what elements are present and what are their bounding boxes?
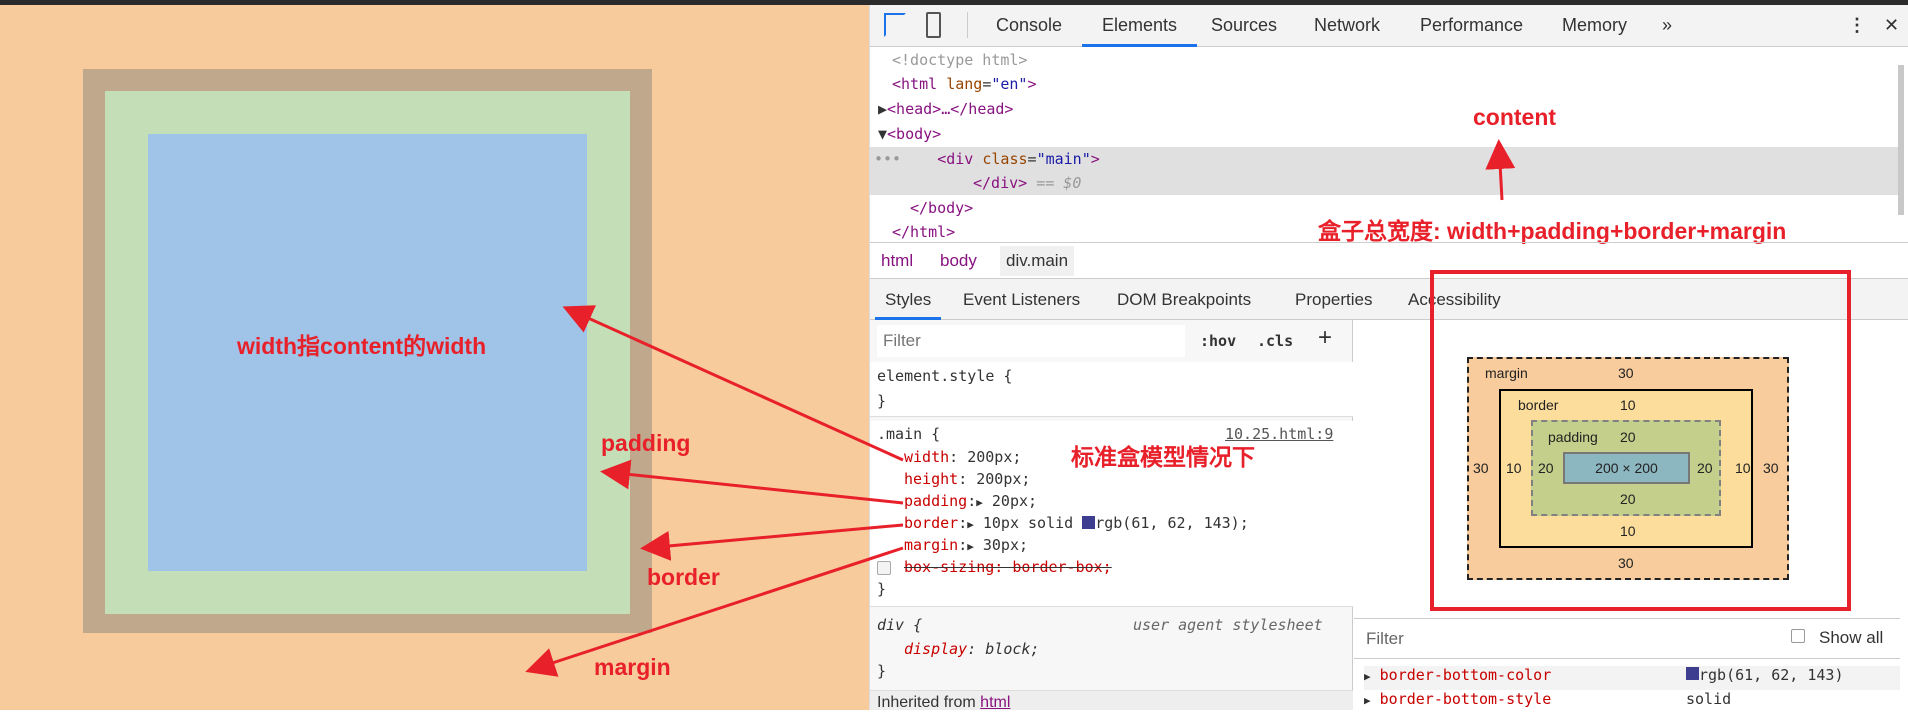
arrow-border (640, 523, 904, 561)
arrow-content (1485, 139, 1516, 201)
arrow-margin (525, 546, 904, 677)
annotation-arrows (525, 139, 1516, 677)
arrow-padding (600, 459, 904, 505)
arrow-width (562, 305, 904, 462)
